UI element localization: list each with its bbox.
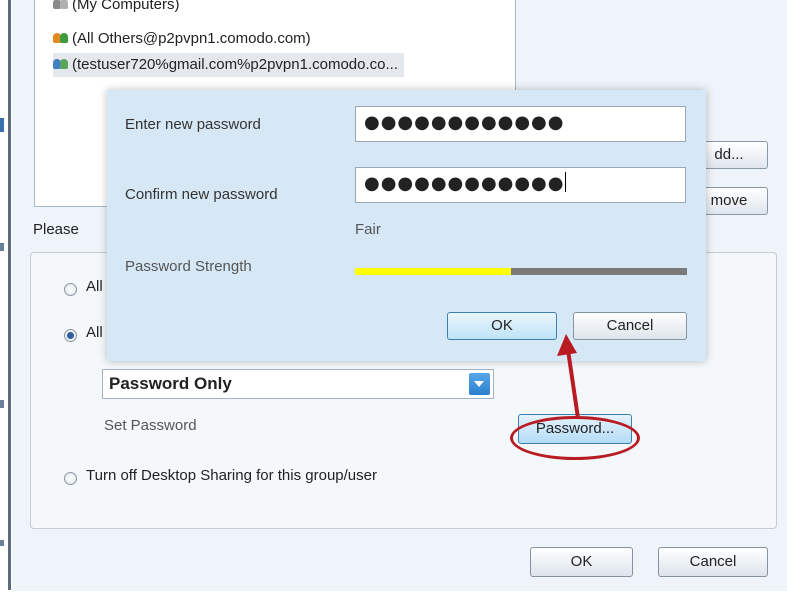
- new-password-label: Enter new password: [125, 116, 261, 133]
- ok-button[interactable]: OK: [530, 547, 633, 577]
- edge-marker: [0, 540, 4, 546]
- strength-label: Password Strength: [125, 258, 252, 275]
- radio-option-1[interactable]: [64, 283, 77, 296]
- radio-option-1-label: All: [86, 278, 103, 295]
- edge-marker: [0, 243, 4, 251]
- set-password-dialog: Enter new password ●●●●●●●●●●●● Confirm …: [107, 90, 706, 361]
- auth-method-value: Password Only: [109, 374, 232, 393]
- radio-option-2[interactable]: [64, 329, 77, 342]
- user-group-icon: [53, 57, 69, 71]
- user-group-icon: [53, 0, 69, 11]
- confirm-password-label: Confirm new password: [125, 186, 278, 203]
- section-prompt: Please: [33, 221, 79, 238]
- confirm-password-field[interactable]: ●●●●●●●●●●●●: [355, 167, 686, 203]
- chevron-down-icon[interactable]: [469, 373, 490, 395]
- list-item-selected[interactable]: (testuser720%gmail.com%p2pvpn1.comodo.co…: [53, 53, 405, 77]
- radio-option-2-label: All: [86, 324, 103, 341]
- set-password-label: Set Password: [104, 417, 197, 434]
- window-left-edge: [0, 0, 12, 599]
- new-password-field[interactable]: ●●●●●●●●●●●●: [355, 106, 686, 142]
- radio-option-3[interactable]: [64, 472, 77, 485]
- list-item[interactable]: (My Computers): [53, 0, 180, 17]
- edge-marker: [0, 400, 4, 408]
- strength-text: Fair: [355, 221, 381, 238]
- password-strength-meter: [355, 268, 687, 275]
- text-caret: [565, 172, 567, 192]
- edge-marker: [0, 118, 4, 132]
- radio-option-3-label: Turn off Desktop Sharing for this group/…: [86, 467, 377, 484]
- list-item[interactable]: (All Others@p2pvpn1.comodo.com): [53, 27, 311, 51]
- strength-meter-fill: [355, 268, 512, 275]
- callout-arrow: [557, 334, 580, 419]
- user-group-icon: [53, 31, 69, 45]
- cancel-button[interactable]: Cancel: [658, 547, 768, 577]
- auth-method-select[interactable]: Password Only: [102, 369, 494, 399]
- window-border: [8, 0, 11, 590]
